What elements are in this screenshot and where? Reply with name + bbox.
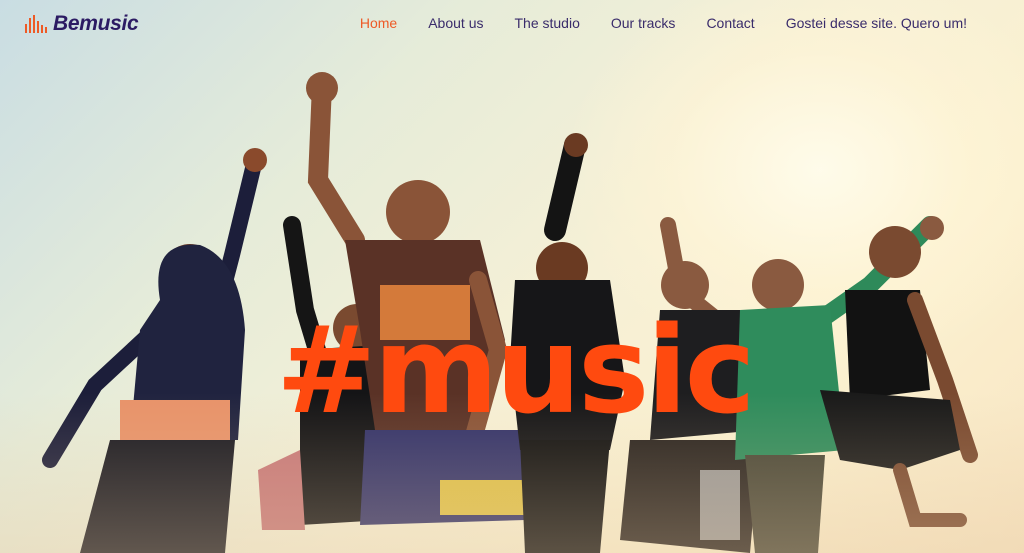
brand-logo[interactable]: Bemusic <box>25 12 139 36</box>
brand-name: Bemusic <box>53 12 139 35</box>
nav-link-home[interactable]: Home <box>360 15 397 31</box>
equalizer-bars-icon <box>25 15 47 33</box>
hero-headline: #music <box>276 302 756 441</box>
nav-link-contact[interactable]: Contact <box>706 15 754 31</box>
nav-link-our-tracks[interactable]: Our tracks <box>611 15 676 31</box>
nav-link-the-studio[interactable]: The studio <box>514 15 579 31</box>
nav-link-get-this-site[interactable]: Gostei desse site. Quero um! <box>786 15 967 31</box>
main-navigation: Home About us The studio Our tracks Cont… <box>360 15 967 31</box>
nav-link-about-us[interactable]: About us <box>428 15 483 31</box>
hero-section <box>0 0 1024 553</box>
